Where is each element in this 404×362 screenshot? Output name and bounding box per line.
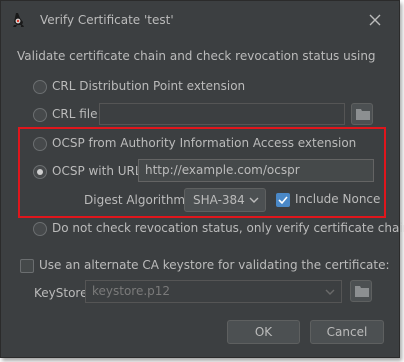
keystore-browse-button[interactable] <box>350 280 372 302</box>
chevron-down-icon <box>249 197 259 203</box>
keystore-value: keystore.p12 <box>92 284 171 298</box>
radio-crl-file-label: CRL file <box>52 107 98 121</box>
digest-algorithm-label: Digest Algorithm: <box>84 193 190 207</box>
radio-no-revocation-check-label: Do not check revocation status, only ver… <box>52 221 404 235</box>
verify-certificate-dialog: Verify Certificate 'test' Validate certi… <box>0 0 404 358</box>
radio-crl-distribution-point[interactable] <box>33 80 47 94</box>
digest-algorithm-value: SHA-384 <box>193 193 245 207</box>
alternate-keystore-label: Use an alternate CA keystore for validat… <box>39 258 390 272</box>
digest-algorithm-select[interactable]: SHA-384 <box>184 188 266 212</box>
radio-ocsp-aia[interactable] <box>33 137 47 151</box>
checkmark-icon <box>278 196 288 205</box>
radio-crl-file[interactable] <box>33 108 47 122</box>
crl-file-field[interactable] <box>99 103 345 125</box>
ok-button[interactable]: OK <box>227 320 300 344</box>
ocsp-url-field[interactable]: http://example.com/ocspr <box>138 159 374 182</box>
chevron-down-icon <box>325 289 335 295</box>
alternate-keystore-checkbox[interactable] <box>20 259 34 273</box>
group-label: Validate certificate chain and check rev… <box>17 49 376 63</box>
include-nonce-checkbox[interactable] <box>276 193 290 207</box>
duke-icon <box>13 13 24 27</box>
cancel-button[interactable]: Cancel <box>310 320 384 344</box>
folder-icon <box>356 109 370 120</box>
radio-ocsp-aia-label: OCSP from Authority Information Access e… <box>52 136 357 150</box>
radio-crl-distribution-point-label: CRL Distribution Point extension <box>52 79 246 93</box>
dialog-title: Verify Certificate 'test' <box>40 13 174 27</box>
keystore-select[interactable]: keystore.p12 <box>85 280 342 303</box>
crl-file-browse-button[interactable] <box>351 103 373 125</box>
radio-ocsp-url[interactable] <box>33 165 47 179</box>
radio-ocsp-url-label: OCSP with URL <box>52 164 142 178</box>
folder-icon <box>355 286 369 297</box>
title-bar: Verify Certificate 'test' <box>1 1 399 39</box>
keystore-label: KeyStore: <box>34 286 92 300</box>
include-nonce-label: Include Nonce <box>295 192 381 206</box>
close-icon[interactable] <box>367 12 383 28</box>
radio-no-revocation-check[interactable] <box>33 222 47 236</box>
